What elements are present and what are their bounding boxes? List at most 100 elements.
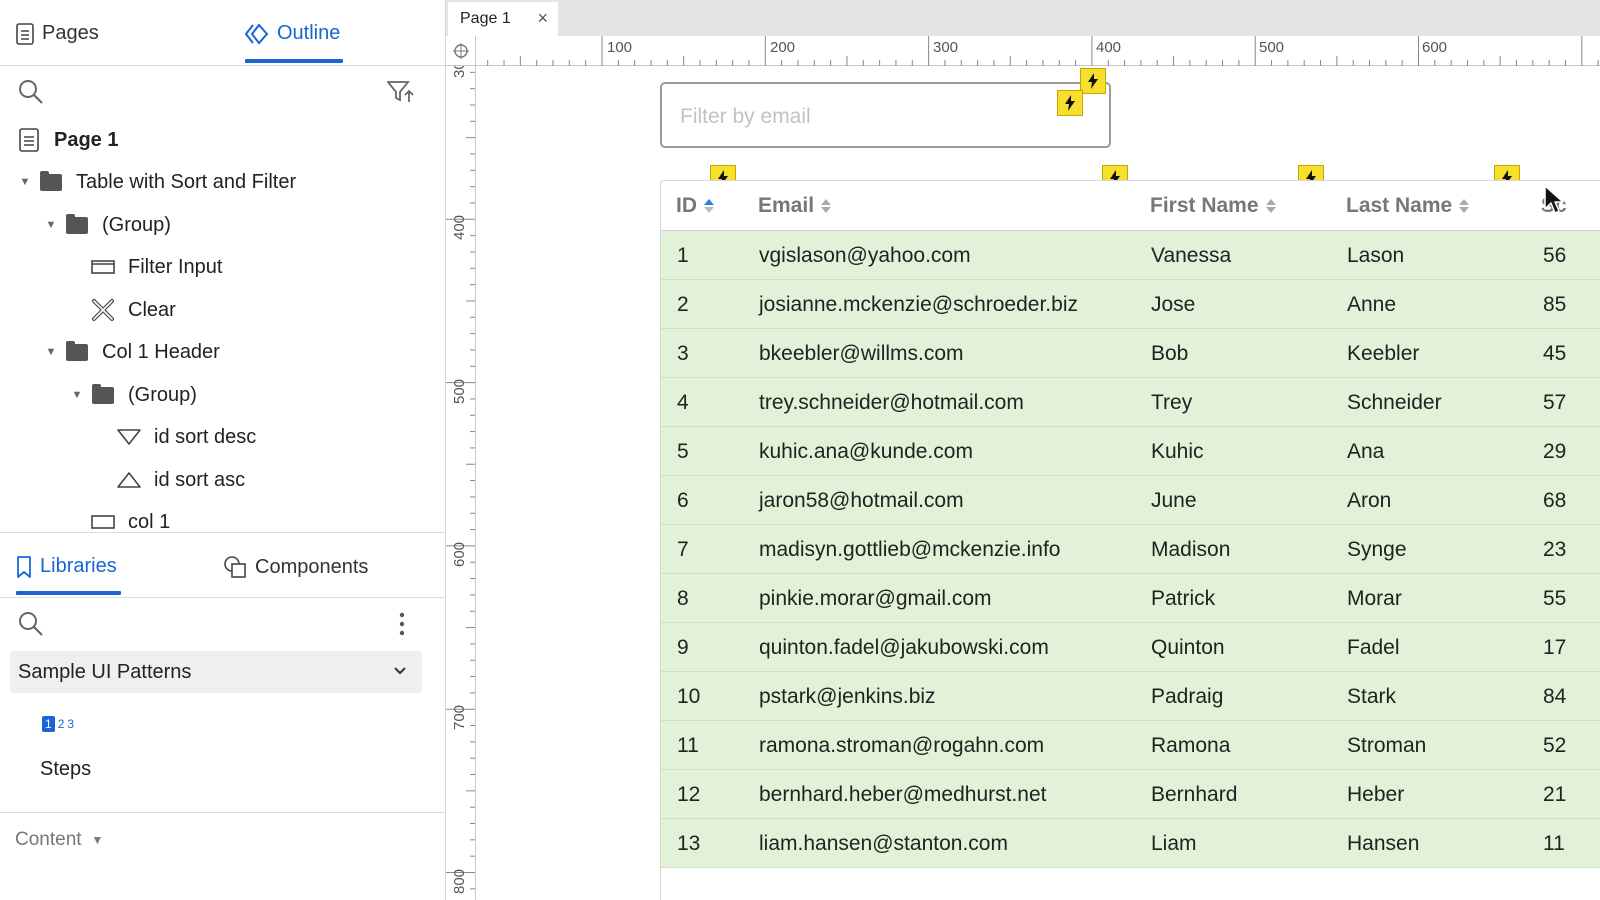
outline-item-group-nested[interactable]: ▼ (Group) [70,375,197,415]
cell-email: madisyn.gottlieb@mckenzie.info [759,538,1061,561]
sort-icon[interactable] [820,198,832,214]
outline-item-col1-header[interactable]: ▼ Col 1 Header [44,332,220,372]
components-icon [224,556,246,578]
mouse-cursor-icon [1544,185,1564,214]
tab-components[interactable]: Components [223,555,368,579]
table-row[interactable]: 7 madisyn.gottlieb@mckenzie.info Madison Sy… [661,525,1600,574]
outline-item-clear[interactable]: Clear [90,290,176,330]
cell-id: 2 [677,293,689,316]
outline-item-table[interactable]: ▼ Table with Sort and Filter [18,162,296,202]
outline-item-id-sort-asc[interactable]: id sort asc [116,460,245,500]
table-row[interactable]: 8 pinkie.morar@gmail.com Patrick Morar 55 [661,574,1600,623]
outline-item-id-sort-desc[interactable]: id sort desc [116,417,256,457]
page-icon [16,128,42,152]
outline-item-label: col 1 [128,510,171,533]
outline-page[interactable]: Page 1 [16,120,118,160]
steps-thumbnail[interactable]: 1 2 3 [42,716,74,732]
ruler-label: 400 [451,214,468,240]
filter-input-placeholder: Filter by email [680,105,811,128]
filter-input[interactable]: Filter by email [660,82,1111,148]
cell-email: kuhic.ana@kunde.com [759,440,973,463]
tab-pages[interactable]: Pages [16,22,99,45]
close-icon[interactable]: × [537,8,548,29]
cell-last-name: Heber [1347,783,1405,806]
cell-email: bkeebler@willms.com [759,342,964,365]
table-row[interactable]: 4 trey.schneider@hotmail.com Trey Schneider… [661,378,1600,427]
table-row[interactable]: 12 bernhard.heber@medhurst.net Bernhard Heb… [661,770,1600,819]
caret-down-icon[interactable]: ▼ [44,346,58,358]
cell-id: 10 [677,685,701,708]
cell-last-name: Ana [1347,440,1385,463]
interaction-bolt-icon[interactable] [1057,90,1083,116]
cell-first-name: Vanessa [1151,244,1232,267]
more-options-icon[interactable] [399,612,405,636]
table-row[interactable]: 6 jaron58@hotmail.com June Aron 68 [661,476,1600,525]
interaction-bolt-icon[interactable] [1080,68,1106,94]
cell-last-name: Aron [1347,489,1392,512]
document-tab[interactable]: Page 1 × [448,2,558,36]
triangle-down-icon [116,426,142,448]
ruler-label: 500 [451,378,468,404]
cell-score: 52 [1543,734,1567,757]
tab-libraries[interactable]: Libraries [16,555,117,578]
tab-libraries-indicator [16,591,121,595]
cell-last-name: Fadel [1347,636,1400,659]
tab-outline[interactable]: Outline [245,22,340,45]
table-row[interactable]: 9 quinton.fadel@jakubowski.com Quinton Fade… [661,623,1600,672]
caret-down-icon[interactable]: ▼ [18,176,32,188]
column-header-id[interactable]: ID [676,194,715,218]
outline-item-filter-input[interactable]: Filter Input [90,247,222,287]
tab-outline-indicator [245,59,343,63]
cell-id: 5 [677,440,689,463]
sort-icon[interactable] [1458,198,1470,214]
table-row[interactable]: 10 pstark@jenkins.biz Padraig Stark 84 [661,672,1600,721]
cell-id: 4 [677,391,689,414]
vertical-ruler[interactable]: 300 400 500 600 700 800 [446,66,476,900]
cell-score: 11 [1543,832,1565,855]
column-header-first-name[interactable]: First Name [1150,194,1277,218]
column-header-last-name[interactable]: Last Name [1346,194,1470,218]
library-item-steps[interactable]: Steps [40,758,91,781]
column-header-label: Email [758,194,815,217]
column-header-label: Last Name [1346,194,1453,217]
table-row[interactable]: 3 bkeebler@willms.com Bob Keebler 45 [661,329,1600,378]
design-canvas[interactable]: Filter by email ID Email First Name Last… [477,67,1600,900]
ruler-corner[interactable] [446,36,476,66]
cell-last-name: Hansen [1347,832,1420,855]
sort-asc-icon[interactable] [703,198,715,214]
caret-down-icon[interactable]: ▼ [44,219,58,231]
library-select[interactable]: Sample UI Patterns [10,651,422,693]
table-row[interactable]: 11 ramona.stroman@rogahn.com Ramona Stroman… [661,721,1600,770]
ruler-label: 100 [607,39,633,56]
content-dropdown[interactable]: Content ▼ [15,829,103,851]
cell-id: 7 [677,538,689,561]
search-icon[interactable] [18,79,44,105]
left-panel: Pages Outline Page 1 ▼ Table with Sort a… [0,0,446,900]
table-row[interactable]: 2 josianne.mckenzie@schroeder.biz Jose Anne… [661,280,1600,329]
cell-first-name: Liam [1151,832,1197,855]
clear-icon [90,299,116,321]
column-header-email[interactable]: Email [758,194,832,218]
outline-item-group[interactable]: ▼ (Group) [44,205,171,245]
cell-email: pstark@jenkins.biz [759,685,936,708]
cell-first-name: Patrick [1151,587,1216,610]
caret-down-icon[interactable]: ▼ [70,389,84,401]
cell-score: 29 [1543,440,1567,463]
search-icon[interactable] [18,611,44,637]
ruler-label: 300 [451,66,468,78]
crosshair-icon [452,42,469,59]
table-row[interactable]: 13 liam.hansen@stanton.com Liam Hansen 11 [661,819,1600,868]
page-icon [16,22,34,45]
table-row[interactable]: 1 vgislason@yahoo.com Vanessa Lason 56 [661,231,1600,280]
tab-libraries-label: Libraries [40,555,117,577]
document-tab-strip: Page 1 × [446,0,1600,36]
folder-icon [38,170,64,193]
horizontal-ruler[interactable]: 100 200 300 400 500 600 [476,36,1600,66]
cell-last-name: Anne [1347,293,1397,316]
cell-email: ramona.stroman@rogahn.com [759,734,1045,757]
table-row[interactable]: 5 kuhic.ana@kunde.com Kuhic Ana 29 [661,427,1600,476]
filter-icon[interactable] [387,80,415,104]
cell-email: liam.hansen@stanton.com [759,832,1008,855]
cell-id: 3 [677,342,689,365]
sort-icon[interactable] [1265,198,1277,214]
